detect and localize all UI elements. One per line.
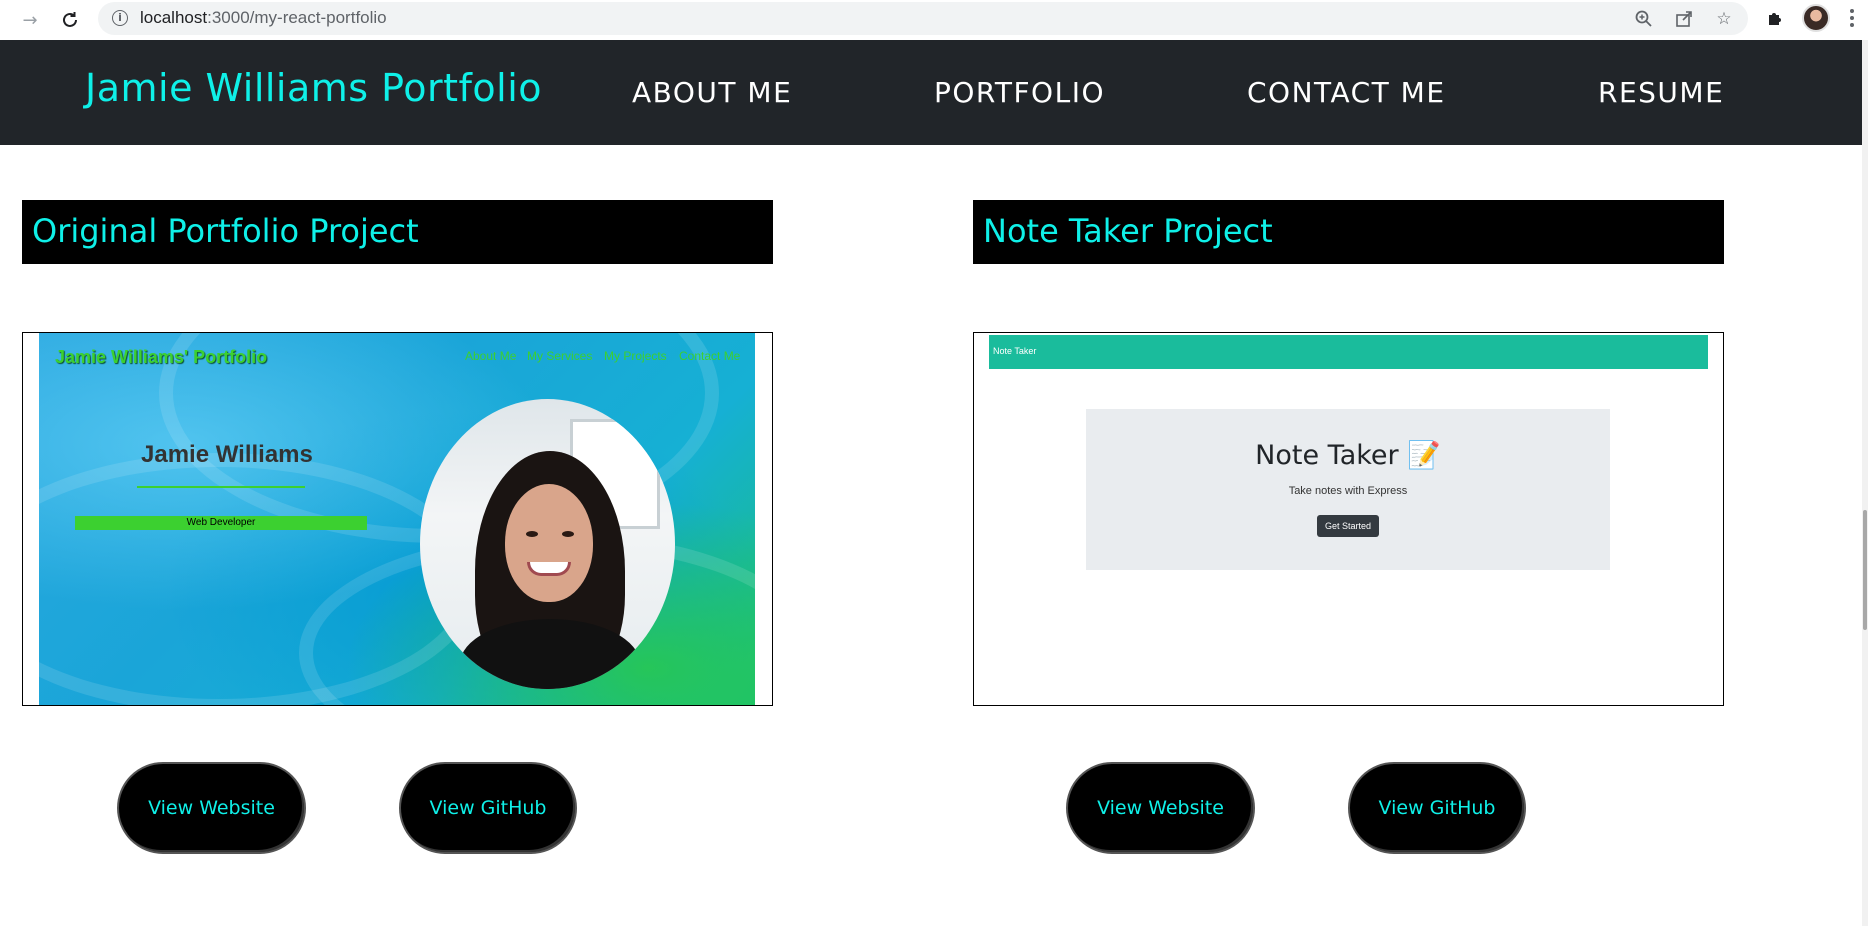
url-host: localhost: [140, 8, 208, 27]
scrollbar-thumb[interactable]: [1863, 510, 1867, 630]
project-title: Original Portfolio Project: [32, 212, 419, 250]
screenshot-nav-item: About Me: [465, 349, 517, 363]
forward-icon[interactable]: →: [16, 6, 44, 34]
screenshot-divider: [137, 486, 305, 488]
site-header: Jamie Williams Portfolio ABOUT ME PORTFO…: [0, 40, 1862, 145]
project-title-box: Original Portfolio Project: [22, 200, 773, 264]
screenshot-nav-item: Contact Me: [679, 349, 741, 363]
view-github-button[interactable]: View GitHub: [399, 762, 577, 854]
url-text[interactable]: localhost:3000/my-react-portfolio: [140, 8, 387, 28]
screenshot-background: Jamie Williams' Portfolio About Me My Se…: [23, 333, 772, 705]
screenshot-navbar-title: Note Taker: [993, 346, 1037, 356]
view-website-button[interactable]: View Website: [117, 762, 306, 854]
browser-toolbar: → i localhost:3000/my-react-portfolio ☆: [0, 0, 1868, 40]
screenshot-brand: Jamie Williams' Portfolio: [55, 347, 268, 367]
project-screenshot: Jamie Williams' Portfolio About Me My Se…: [22, 332, 773, 706]
zoom-icon[interactable]: [1632, 7, 1656, 31]
screenshot-jumbotron: Note Taker 📝 Take notes with Express Get…: [1086, 409, 1610, 570]
nav-resume[interactable]: RESUME: [1598, 76, 1724, 109]
nav-about-me[interactable]: ABOUT ME: [632, 76, 792, 109]
screenshot-heading: Note Taker 📝: [1255, 440, 1441, 471]
screenshot-name: Jamie Williams: [141, 441, 313, 468]
screenshot-subtitle: Take notes with Express: [1288, 485, 1408, 497]
view-github-button[interactable]: View GitHub: [1348, 762, 1526, 854]
profile-avatar[interactable]: [1802, 4, 1830, 32]
address-bar[interactable]: i localhost:3000/my-react-portfolio ☆: [98, 2, 1748, 35]
view-website-button[interactable]: View Website: [1066, 762, 1255, 854]
site-info-icon[interactable]: i: [112, 10, 128, 26]
bookmark-star-icon[interactable]: ☆: [1712, 7, 1736, 31]
nav-contact-me[interactable]: CONTACT ME: [1247, 76, 1446, 109]
project-screenshot: Note Taker Note Taker 📝 Take notes with …: [973, 332, 1724, 706]
menu-icon[interactable]: [1844, 4, 1860, 32]
screenshot-role: Web Developer: [75, 516, 367, 530]
screenshot-navbar: Note Taker: [989, 335, 1708, 369]
project-title: Note Taker Project: [983, 212, 1273, 250]
screenshot-nav-item: My Services: [527, 349, 593, 363]
share-icon[interactable]: [1672, 7, 1696, 31]
screenshot-nav-item: My Projects: [604, 349, 667, 363]
project-title-box: Note Taker Project: [973, 200, 1724, 264]
scrollbar-track[interactable]: [1862, 40, 1868, 926]
profile-photo: [420, 399, 675, 689]
nav-portfolio[interactable]: PORTFOLIO: [934, 76, 1105, 109]
screenshot-get-started-button: Get Started: [1317, 515, 1379, 537]
url-path: :3000/my-react-portfolio: [207, 8, 387, 27]
extensions-icon[interactable]: [1762, 5, 1788, 31]
reload-icon[interactable]: [56, 6, 84, 34]
site-brand[interactable]: Jamie Williams Portfolio: [85, 66, 542, 110]
